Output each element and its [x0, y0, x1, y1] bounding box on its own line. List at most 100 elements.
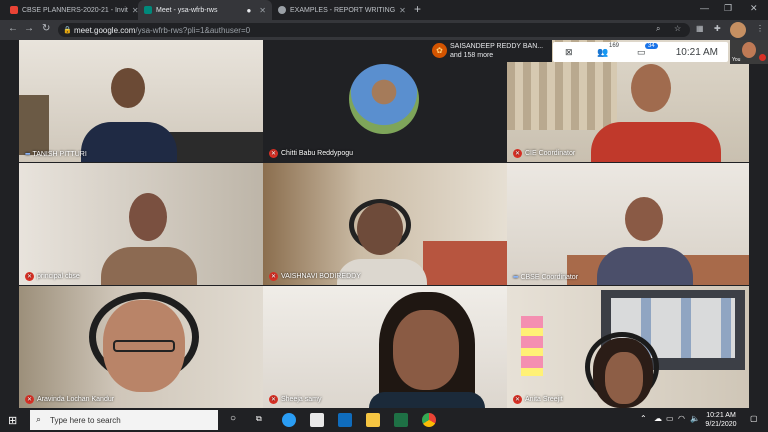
participant-tile[interactable]: ✕ Sheeja samy	[263, 286, 507, 408]
extension-grid-icon[interactable]: ▦	[696, 24, 704, 33]
task-view-icon[interactable]: ⧉	[256, 414, 262, 424]
person-head	[129, 193, 167, 241]
participant-label: ✕ CIE Coordinator	[513, 149, 575, 158]
no-display-icon[interactable]: ⊠	[565, 47, 573, 58]
onedrive-icon[interactable]: ☁	[654, 414, 662, 423]
participant-tile[interactable]: ✕ Aravinda Lochan Kandur	[19, 286, 263, 408]
people-count: 169	[609, 43, 620, 49]
person-head	[111, 68, 145, 108]
participant-label: ✕ Chitti Babu Reddypogu	[269, 149, 353, 158]
taskbar-clock[interactable]: 10:21 AM 9/21/2020	[700, 411, 742, 429]
tab-title: CBSE PLANNERS-2020-21 - Invit	[22, 6, 128, 14]
reload-icon[interactable]: ↻	[42, 23, 50, 34]
close-icon[interactable]: ✕	[399, 6, 406, 15]
meeting-clock: 10:21 AM	[675, 46, 718, 58]
taskbar-search-input[interactable]: ⌕ Type here to search	[30, 410, 218, 430]
file-explorer-icon[interactable]	[366, 413, 380, 427]
participant-label: ✕ Anita Sreejit	[513, 395, 563, 404]
person-face	[605, 352, 643, 404]
join-notification[interactable]: ✿ SAISANDEEP REDDY BAN... and 158 more	[428, 40, 552, 62]
participant-tile[interactable]: ✕ principal cbse	[19, 163, 263, 285]
edge-icon[interactable]	[282, 413, 296, 427]
participant-tile[interactable]: ✕ VAISHNAVI BODIREDDY	[263, 163, 507, 285]
forward-icon[interactable]: →	[24, 23, 34, 34]
lock-icon: 🔒	[63, 27, 72, 34]
url-path: /ysa-wfrb-rws?pli=1&authuser=0	[135, 25, 251, 35]
chrome-icon[interactable]	[422, 413, 436, 427]
meet-icon	[144, 6, 152, 14]
close-icon[interactable]: ✕	[259, 6, 266, 15]
tab-title: Meet - ysa-wfrb-rws	[156, 6, 218, 14]
person-body	[81, 122, 177, 162]
back-icon[interactable]: ←	[8, 23, 18, 34]
browser-tab-strip: CBSE PLANNERS-2020-21 - Invit ✕ Meet - y…	[0, 0, 768, 20]
participant-label: ✕ principal cbse	[25, 272, 80, 281]
self-avatar	[742, 42, 756, 58]
person-body	[369, 392, 485, 408]
zoom-icon[interactable]: ⌕	[656, 24, 660, 34]
clock-time: 10:21 AM	[706, 412, 736, 419]
profile-avatar[interactable]	[730, 22, 746, 38]
chevron-up-icon[interactable]: ⌃	[640, 414, 647, 423]
mic-off-icon: ✕	[269, 395, 278, 404]
person-body	[101, 247, 197, 285]
mic-off-icon: ✕	[513, 149, 522, 158]
participant-name: Chitti Babu Reddypogu	[281, 150, 353, 157]
participant-tile[interactable]: ▪▪▪ CBSE Coordinator	[507, 163, 749, 285]
meet-top-bar: ⊠ 👥 169 ▭ 34 10:21 AM	[553, 42, 728, 62]
notification-line2: and 158 more	[450, 52, 494, 59]
person-head	[625, 197, 663, 241]
notification-line1: SAISANDEEP REDDY BAN...	[450, 43, 544, 50]
chat-count-badge: 34	[645, 43, 658, 49]
participant-name: principal cbse	[37, 273, 80, 280]
window-close-icon[interactable]: ✕	[750, 3, 758, 14]
notifications-icon[interactable]: ▢	[750, 414, 758, 423]
menu-icon[interactable]: ⋮	[756, 24, 764, 33]
battery-icon[interactable]: ▭	[666, 414, 674, 423]
browser-toolbar: ← → ↻ 🔒 meet.google.com/ysa-wfrb-rws?pli…	[0, 20, 768, 40]
mic-off-icon: ✕	[513, 395, 522, 404]
frame-decoration	[19, 95, 49, 155]
bookmark-star-icon[interactable]: ☆	[674, 24, 681, 33]
sticky-notes	[521, 316, 543, 376]
people-icon[interactable]: 👥	[597, 47, 608, 58]
participant-name: CIE Coordinator	[525, 150, 576, 157]
excel-icon[interactable]	[394, 413, 408, 427]
globe-icon	[278, 6, 286, 14]
tab-cbse-planners[interactable]: CBSE PLANNERS-2020-21 - Invit ✕	[4, 0, 138, 20]
person-head	[357, 203, 403, 255]
chat-icon[interactable]: ▭	[637, 47, 646, 58]
speaking-indicator-icon: ▪▪▪	[25, 151, 31, 158]
cortana-icon[interactable]: ○	[230, 413, 236, 424]
participant-name: TANISH PITTURI	[32, 151, 87, 158]
person-body	[591, 122, 721, 162]
volume-icon[interactable]: 🔈	[690, 414, 700, 423]
address-bar[interactable]: 🔒 meet.google.com/ysa-wfrb-rws?pli=1&aut…	[58, 23, 690, 37]
participant-label: ▪▪▪ TANISH PITTURI	[25, 151, 87, 158]
self-view[interactable]: You	[730, 40, 768, 64]
cushion	[423, 241, 507, 285]
maximize-icon[interactable]: ❐	[724, 3, 732, 14]
mic-off-icon: ✕	[269, 272, 278, 281]
search-placeholder: Type here to search	[50, 415, 121, 425]
mic-off-icon: ✕	[25, 395, 34, 404]
mail-icon[interactable]	[338, 413, 352, 427]
self-label: You	[732, 57, 741, 63]
sofa	[169, 132, 263, 162]
minimize-icon[interactable]: —	[700, 3, 709, 13]
participant-tile[interactable]: ✕ Anita Sreejit	[507, 286, 749, 408]
extensions-puzzle-icon[interactable]: ✚	[714, 24, 721, 33]
avatar	[349, 64, 419, 134]
windows-start-icon[interactable]: ⊞	[8, 414, 17, 427]
tab-examples[interactable]: EXAMPLES - REPORT WRITING ✕	[272, 0, 408, 20]
store-icon[interactable]	[310, 413, 324, 427]
participant-tile[interactable]: ▪▪▪ TANISH PITTURI	[19, 40, 263, 162]
participant-label: ✕ VAISHNAVI BODIREDDY	[269, 272, 361, 281]
wifi-icon[interactable]: ◠	[678, 414, 685, 423]
search-icon: ⌕	[36, 414, 42, 424]
new-tab-icon[interactable]: +	[414, 2, 421, 16]
tab-meet[interactable]: Meet - ysa-wfrb-rws ● ✕	[138, 0, 272, 20]
meet-stage: ▪▪▪ TANISH PITTURI ✕ Chitti Babu Reddypo…	[0, 40, 768, 408]
participant-name: VAISHNAVI BODIREDDY	[281, 273, 361, 280]
tab-title: EXAMPLES - REPORT WRITING	[290, 6, 396, 14]
